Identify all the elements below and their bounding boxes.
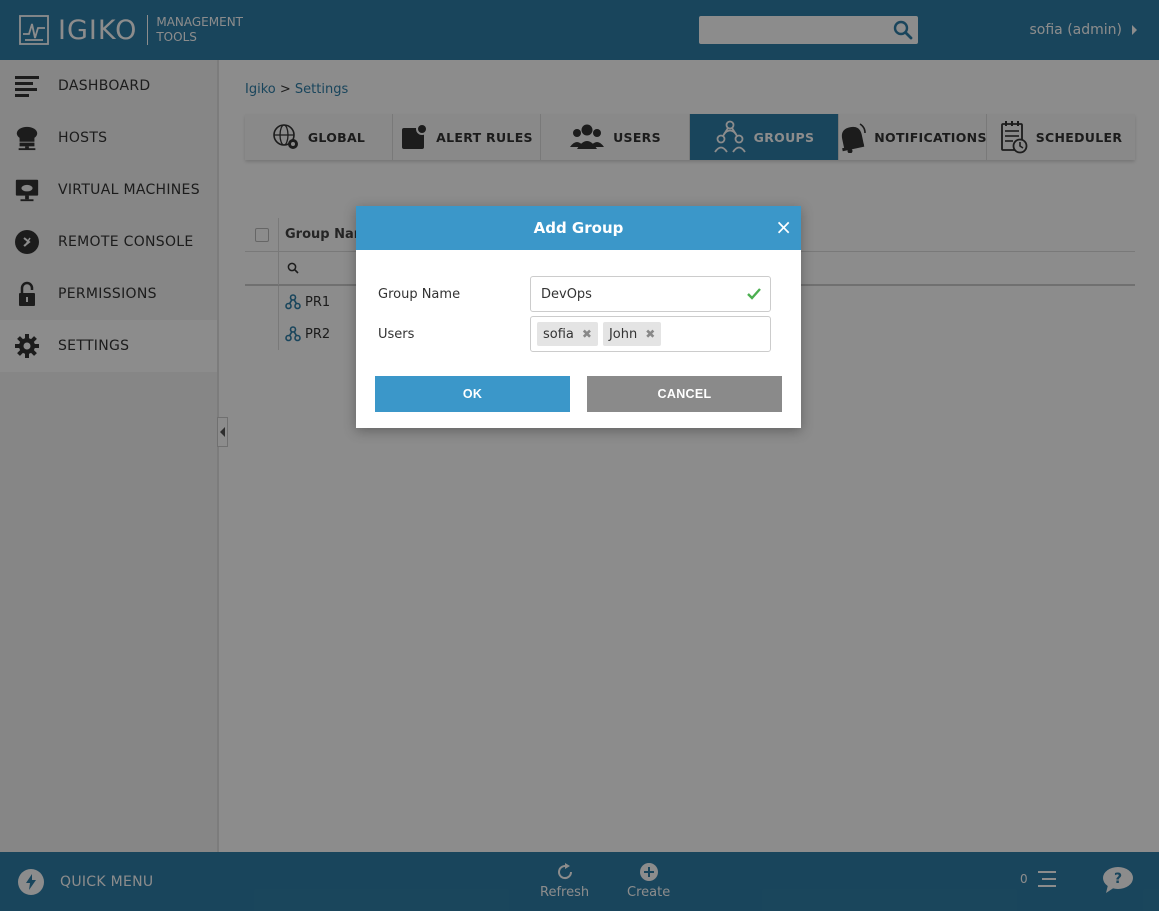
modal-backdrop[interactable] — [0, 0, 1159, 911]
dialog-title: Add Group — [533, 219, 624, 237]
users-label: Users — [378, 326, 415, 342]
user-tag: sofia ✖ — [537, 322, 598, 346]
users-row: Users sofia ✖ John ✖ — [378, 316, 771, 352]
remove-tag-icon[interactable]: ✖ — [645, 327, 655, 341]
users-tag-input[interactable]: sofia ✖ John ✖ — [530, 316, 771, 352]
ok-button[interactable]: OK — [375, 376, 570, 412]
group-name-row: Group Name DevOps — [378, 276, 771, 312]
checkmark-icon — [747, 288, 761, 300]
group-name-field[interactable]: DevOps — [530, 276, 771, 312]
group-name-value: DevOps — [541, 286, 592, 302]
add-group-dialog: Add Group × Group Name DevOps Users sofi… — [356, 206, 801, 428]
remove-tag-icon[interactable]: ✖ — [582, 327, 592, 341]
group-name-label: Group Name — [378, 286, 461, 302]
close-icon[interactable]: × — [775, 217, 792, 237]
user-tag-label: John — [608, 326, 638, 342]
user-tag: John ✖ — [602, 322, 662, 346]
cancel-button[interactable]: CANCEL — [587, 376, 782, 412]
dialog-header: Add Group × — [356, 206, 801, 250]
user-tag-label: sofia — [543, 326, 574, 342]
